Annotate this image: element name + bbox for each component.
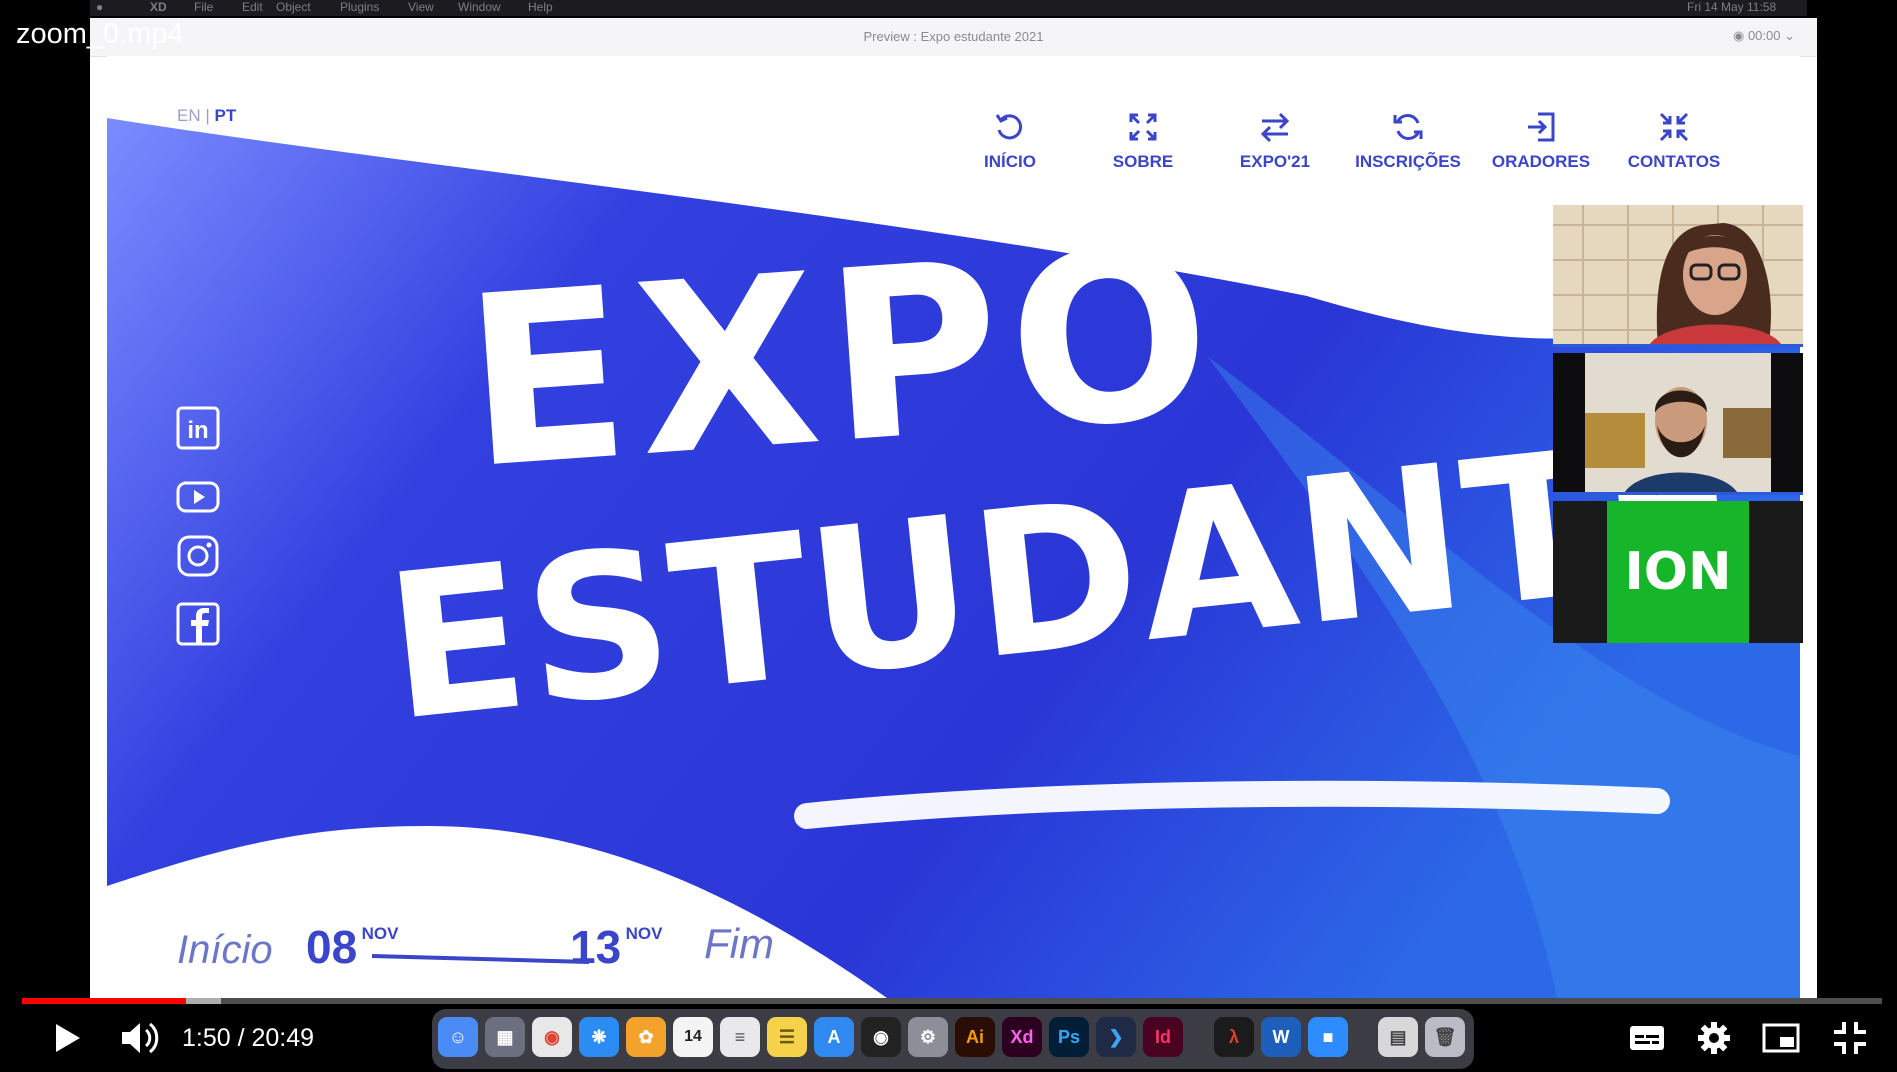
- menu-plugins[interactable]: Plugins: [340, 1, 379, 13]
- indesign-icon[interactable]: Id: [1143, 1017, 1183, 1057]
- video-title: zoom_0.mp4: [16, 18, 184, 50]
- start-day: 08: [306, 921, 358, 973]
- menu-edit[interactable]: Edit: [242, 1, 263, 13]
- menubar-clock: Fri 14 May 11:58: [1687, 0, 1777, 14]
- system-preferences-icon[interactable]: ⚙: [908, 1017, 948, 1057]
- menu-window[interactable]: Window: [458, 1, 501, 13]
- lang-separator: |: [200, 106, 215, 125]
- sync-icon: [1393, 114, 1423, 140]
- start-date: 08 NOV: [306, 920, 398, 974]
- participant-tile-2[interactable]: [1553, 353, 1803, 495]
- swap-arrows-icon: [1260, 112, 1290, 143]
- documents-stack-icon[interactable]: ▤: [1378, 1017, 1418, 1057]
- end-day: 13: [570, 921, 622, 973]
- end-label: Fim: [704, 920, 774, 967]
- participant-tile-3[interactable]: ION: [1553, 501, 1803, 643]
- nav-inicio-label: INÍCIO: [984, 152, 1036, 171]
- start-label: Início: [177, 928, 273, 972]
- nav-expo21[interactable]: EXPO'21: [1215, 110, 1335, 172]
- login-icon: [1528, 112, 1555, 142]
- nav-inscricoes[interactable]: INSCRIÇÕES: [1348, 110, 1468, 172]
- participant-tile-1[interactable]: [1553, 205, 1803, 347]
- safari-icon[interactable]: ❋: [579, 1017, 619, 1057]
- menu-file[interactable]: File: [194, 1, 213, 13]
- photoshop-icon[interactable]: Ps: [1049, 1017, 1089, 1057]
- notes-icon[interactable]: ☰: [767, 1017, 807, 1057]
- participant-video-woman: [1553, 205, 1803, 347]
- youtube-icon[interactable]: [176, 474, 220, 518]
- nav-inicio[interactable]: INÍCIO: [950, 110, 1070, 172]
- launchpad-icon[interactable]: ▦: [485, 1017, 525, 1057]
- language-switcher: EN | PT: [177, 106, 236, 126]
- xd-icon[interactable]: Xd: [1002, 1017, 1042, 1057]
- instagram-icon[interactable]: [176, 534, 220, 578]
- nav-inscricoes-label: INSCRIÇÕES: [1355, 152, 1461, 171]
- window-title: Preview : Expo estudante 2021: [863, 29, 1044, 44]
- menu-view[interactable]: View: [408, 1, 434, 13]
- compress-icon: [1659, 112, 1689, 142]
- zoom-icon[interactable]: ■: [1308, 1017, 1348, 1057]
- nav-contatos[interactable]: CONTATOS: [1614, 110, 1734, 172]
- chrome-icon[interactable]: ◉: [532, 1017, 572, 1057]
- timer-value: 00:00: [1747, 28, 1781, 43]
- menu-help[interactable]: Help: [528, 1, 553, 13]
- lang-en[interactable]: EN: [177, 106, 201, 125]
- mac-menubar: ● XD File Edit Object Plugins View Windo…: [90, 0, 1807, 16]
- end-date: 13 NOV: [570, 920, 662, 974]
- app-store-icon[interactable]: A: [814, 1017, 854, 1057]
- participant-video-man: [1553, 353, 1803, 495]
- nav-sobre[interactable]: SOBRE: [1083, 110, 1203, 172]
- acrobat-icon[interactable]: λ: [1214, 1017, 1254, 1057]
- nav-oradores-label: ORADORES: [1491, 152, 1591, 171]
- reminders-icon[interactable]: ≡: [720, 1017, 760, 1057]
- calendar-icon[interactable]: 14: [673, 1017, 713, 1057]
- linkedin-icon[interactable]: in: [176, 406, 220, 450]
- nav-expo21-label: EXPO'21: [1239, 152, 1311, 171]
- end-month: NOV: [625, 924, 663, 943]
- finder-icon[interactable]: ☺: [438, 1017, 478, 1057]
- photos-icon[interactable]: ✿: [626, 1017, 666, 1057]
- ion-avatar: ION: [1607, 501, 1749, 643]
- volume-icon[interactable]: [118, 1018, 162, 1058]
- exit-fullscreen-icon[interactable]: [1830, 1018, 1870, 1058]
- miniplayer-icon[interactable]: [1761, 1018, 1801, 1058]
- time-display: 1:50 / 20:49: [182, 1024, 315, 1052]
- trash-icon[interactable]: 🗑: [1425, 1017, 1465, 1057]
- apple-icon[interactable]: ●: [96, 1, 103, 13]
- menu-object[interactable]: Object: [276, 1, 311, 13]
- refresh-icon: [995, 114, 1023, 140]
- nav-oradores[interactable]: ORADORES: [1481, 110, 1601, 172]
- progress-played: [22, 998, 186, 1004]
- facebook-icon[interactable]: [176, 602, 220, 646]
- github-icon[interactable]: ◉: [861, 1017, 901, 1057]
- svg-text:in: in: [187, 417, 208, 444]
- lang-pt[interactable]: PT: [215, 106, 237, 125]
- subtitles-icon[interactable]: [1628, 1018, 1666, 1058]
- start-month: NOV: [361, 924, 399, 943]
- vscode-icon[interactable]: ❯: [1096, 1017, 1136, 1057]
- play-icon[interactable]: [48, 1018, 84, 1058]
- word-icon[interactable]: W: [1261, 1017, 1301, 1057]
- menubar-app[interactable]: XD: [150, 1, 167, 13]
- record-icon: ◉: [1732, 28, 1748, 43]
- settings-gear-icon[interactable]: [1694, 1018, 1734, 1058]
- progress-bar[interactable]: [22, 998, 1882, 1004]
- expand-icon: [1129, 113, 1157, 141]
- illustrator-icon[interactable]: Ai: [955, 1017, 995, 1057]
- nav-contatos-label: CONTATOS: [1627, 152, 1721, 171]
- window-titlebar: Preview : Expo estudante 2021 ◉ 00:00 ⌄: [90, 18, 1817, 57]
- nav-sobre-label: SOBRE: [1112, 152, 1174, 171]
- recording-timer[interactable]: ◉ 00:00 ⌄: [1733, 28, 1795, 44]
